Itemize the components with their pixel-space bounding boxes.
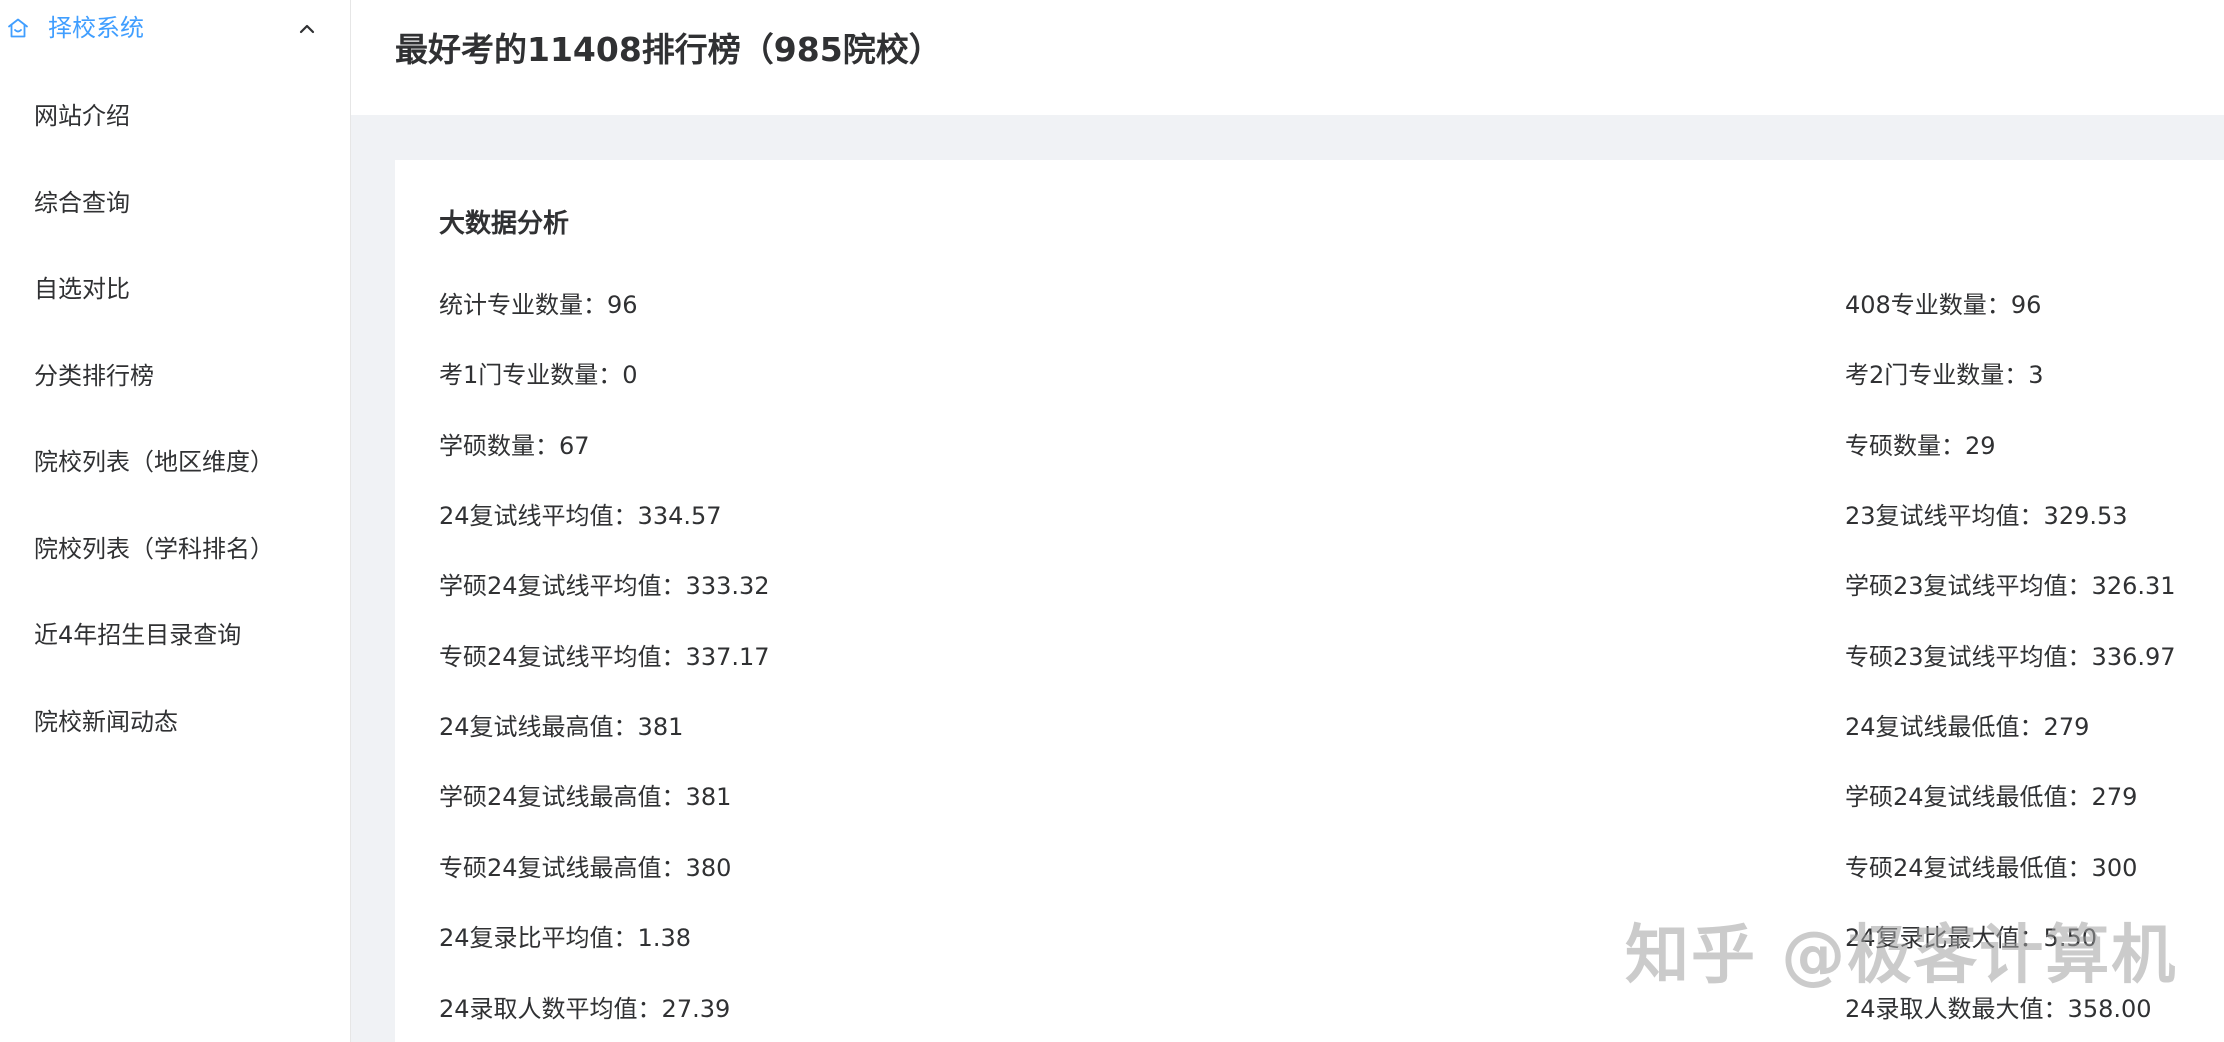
analysis-title: 大数据分析: [439, 209, 570, 239]
chevron-up-icon[interactable]: [296, 18, 318, 40]
stat-value: 380: [685, 854, 732, 882]
stat-value: 279: [2091, 783, 2138, 811]
stat-left-9: 24复录比平均值：1.38: [439, 922, 691, 954]
sidebar-section-title: 择校系统: [48, 14, 144, 42]
stat-label: 24复录比平均值：: [439, 924, 638, 952]
sidebar-item-comprehensive-query[interactable]: 综合查询: [0, 160, 350, 247]
stat-left-10: 24录取人数平均值：27.39: [439, 993, 730, 1025]
sidebar-item-school-list-subject[interactable]: 院校列表（学科排名）: [0, 506, 350, 593]
sidebar-section-toggle[interactable]: 择校系统: [0, 0, 350, 60]
stat-label: 学硕23复试线平均值：: [1845, 572, 2092, 600]
stat-left-3: 24复试线平均值：334.57: [439, 500, 722, 532]
stat-right-0: 408专业数量：96: [1845, 289, 2041, 321]
stat-label: 学硕24复试线最高值：: [439, 783, 686, 811]
sidebar-item-site-intro[interactable]: 网站介绍: [0, 73, 350, 160]
stat-label: 24录取人数最大值：: [1845, 995, 2068, 1023]
stat-value: 333.32: [685, 572, 770, 600]
stat-value: 300: [2091, 854, 2138, 882]
stat-label: 学硕数量：: [439, 432, 559, 460]
stat-label: 专硕23复试线平均值：: [1845, 643, 2092, 671]
stat-value: 67: [559, 432, 590, 460]
sidebar-item-custom-compare[interactable]: 自选对比: [0, 246, 350, 333]
sidebar: 择校系统 网站介绍 综合查询 自选对比 分类排行榜 院校列表（地区维度） 院校列…: [0, 0, 351, 1042]
home-icon: [6, 16, 30, 40]
stat-value: 27.39: [661, 995, 731, 1023]
stat-value: 334.57: [637, 502, 722, 530]
stat-label: 学硕24复试线最低值：: [1845, 783, 2092, 811]
stat-right-4: 学硕23复试线平均值：326.31: [1845, 570, 2176, 602]
stat-value: 329.53: [2043, 502, 2128, 530]
stat-right-7: 学硕24复试线最低值：279: [1845, 781, 2137, 813]
stat-left-6: 24复试线最高值：381: [439, 711, 683, 743]
stat-label: 408专业数量：: [1845, 291, 2011, 319]
stat-value: 381: [637, 713, 684, 741]
stat-value: 336.97: [2091, 643, 2176, 671]
stat-value: 0: [622, 361, 638, 389]
stat-left-7: 学硕24复试线最高值：381: [439, 781, 731, 813]
stat-label: 考2门专业数量：: [1845, 361, 2029, 389]
analysis-card: 大数据分析 统计专业数量：96 考1门专业数量：0 学硕数量：67 24复试线平…: [395, 160, 2224, 1042]
stat-right-10: 24录取人数最大值：358.00: [1845, 993, 2152, 1025]
stat-label: 专硕数量：: [1845, 432, 1965, 460]
stat-right-3: 23复试线平均值：329.53: [1845, 500, 2128, 532]
stat-value: 3: [2028, 361, 2044, 389]
stat-left-8: 专硕24复试线最高值：380: [439, 852, 731, 884]
stat-right-6: 24复试线最低值：279: [1845, 711, 2089, 743]
app-root: 择校系统 网站介绍 综合查询 自选对比 分类排行榜 院校列表（地区维度） 院校列…: [0, 0, 2224, 1042]
stat-label: 学硕24复试线平均值：: [439, 572, 686, 600]
stat-left-0: 统计专业数量：96: [439, 289, 638, 321]
stat-value: 358.00: [2067, 995, 2152, 1023]
stat-left-1: 考1门专业数量：0: [439, 359, 638, 391]
stat-value: 96: [607, 291, 638, 319]
top-bar: 最好考的11408排行榜（985院校）: [351, 0, 2224, 115]
stat-label: 24复试线最低值：: [1845, 713, 2044, 741]
sidebar-item-enrollment-catalog[interactable]: 近4年招生目录查询: [0, 592, 350, 679]
stat-value: 326.31: [2091, 572, 2176, 600]
sidebar-menu: 网站介绍 综合查询 自选对比 分类排行榜 院校列表（地区维度） 院校列表（学科排…: [0, 73, 350, 765]
stat-right-8: 专硕24复试线最低值：300: [1845, 852, 2137, 884]
stat-label: 考1门专业数量：: [439, 361, 623, 389]
stat-value: 279: [2043, 713, 2090, 741]
stat-right-5: 专硕23复试线平均值：336.97: [1845, 641, 2176, 673]
sidebar-item-school-list-region[interactable]: 院校列表（地区维度）: [0, 419, 350, 506]
stat-value: 1.38: [637, 924, 691, 952]
stat-label: 23复试线平均值：: [1845, 502, 2044, 530]
stat-label: 专硕24复试线最高值：: [439, 854, 686, 882]
stat-label: 统计专业数量：: [439, 291, 607, 319]
sidebar-item-school-news[interactable]: 院校新闻动态: [0, 679, 350, 766]
watermark: 知乎 @极客计算机: [1625, 919, 2178, 993]
stat-left-2: 学硕数量：67: [439, 430, 590, 462]
stat-label: 专硕24复试线最低值：: [1845, 854, 2092, 882]
stat-label: 24录取人数平均值：: [439, 995, 662, 1023]
stat-value: 29: [1965, 432, 1996, 460]
stat-value: 337.17: [685, 643, 770, 671]
stat-right-1: 考2门专业数量：3: [1845, 359, 2044, 391]
stat-label: 24复试线平均值：: [439, 502, 638, 530]
stat-right-2: 专硕数量：29: [1845, 430, 1996, 462]
stat-value: 381: [685, 783, 732, 811]
stat-left-4: 学硕24复试线平均值：333.32: [439, 570, 770, 602]
stat-label: 专硕24复试线平均值：: [439, 643, 686, 671]
page-title: 最好考的11408排行榜（985院校）: [395, 30, 942, 69]
stat-left-5: 专硕24复试线平均值：337.17: [439, 641, 770, 673]
sidebar-item-category-ranking[interactable]: 分类排行榜: [0, 333, 350, 420]
stat-value: 96: [2010, 291, 2042, 319]
main-content: 大数据分析 统计专业数量：96 考1门专业数量：0 学硕数量：67 24复试线平…: [351, 115, 2224, 1042]
stat-label: 24复试线最高值：: [439, 713, 638, 741]
